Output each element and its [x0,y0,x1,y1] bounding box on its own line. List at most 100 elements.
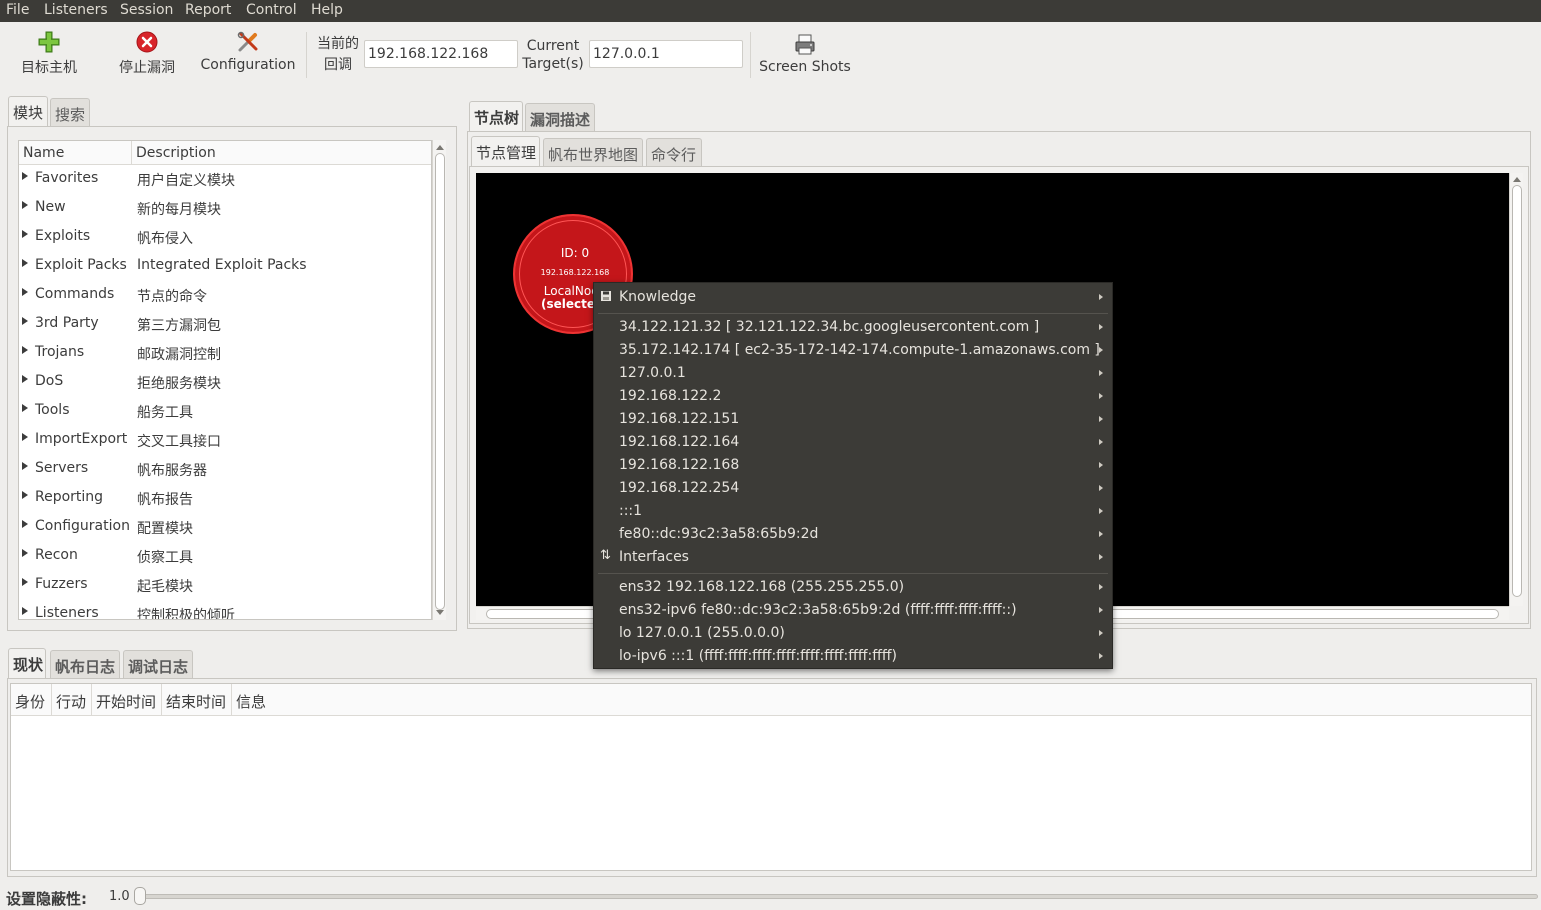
module-tree-row[interactable]: Fuzzers 起毛模块 [19,572,431,601]
column-header-info[interactable]: 信息 [232,684,1531,716]
column-header-description[interactable]: Description [132,141,431,165]
menu-report[interactable]: Report [185,2,231,18]
expand-arrow-icon[interactable] [22,404,28,412]
module-tree-row[interactable]: DoS 拒绝服务模块 [19,369,431,398]
menu-item-interface[interactable]: ens32 192.168.122.168 (255.255.255.0) [594,576,1112,599]
module-tree-row[interactable]: Tools 船务工具 [19,398,431,427]
module-tree-row[interactable]: Recon 侦察工具 [19,543,431,572]
module-tree-row[interactable]: Exploits 帆布侵入 [19,224,431,253]
module-name: DoS [35,373,64,389]
scroll-down-icon[interactable] [436,610,444,615]
expand-arrow-icon[interactable] [22,491,28,499]
canvas-vscrollbar[interactable] [1509,173,1523,606]
node-ip-label: 192.168.122.168 [540,268,610,277]
menu-item-host[interactable]: 192.168.122.164 [594,431,1112,454]
module-tree-scrollbar[interactable] [432,140,446,620]
column-header-end-time[interactable]: 结束时间 [162,684,232,716]
expand-arrow-icon[interactable] [22,201,28,209]
tab-node-tree[interactable]: 节点树 [469,101,523,131]
current-callback-label-line1: 当前的 [317,36,359,52]
module-tree-row[interactable]: Exploit Packs Integrated Exploit Packs [19,253,431,282]
menu-listeners[interactable]: Listeners [44,2,108,18]
expand-arrow-icon[interactable] [22,549,28,557]
scrollbar-thumb[interactable] [1512,185,1522,597]
tab-debug-log[interactable]: 调试日志 [123,650,193,678]
tab-command-line[interactable]: 命令行 [646,138,702,166]
screenshots-button[interactable]: Screen Shots [758,32,852,75]
column-header-action[interactable]: 行动 [52,684,92,716]
configuration-button[interactable]: Configuration [200,30,296,73]
scrollbar-thumb[interactable] [435,153,445,610]
module-tree-row[interactable]: 3rd Party 第三方漏洞包 [19,311,431,340]
expand-arrow-icon[interactable] [22,607,28,615]
menu-item-host[interactable]: 192.168.122.151 [594,408,1112,431]
menu-item-label: fe80::dc:93c2:3a58:65b9:2d [619,526,819,542]
module-tree: Name Description Favorites 用户自定义模块 New 新的每月… [18,140,432,620]
module-description: 配置模块 [137,521,193,537]
menu-item-host[interactable]: 35.172.142.174 [ ec2-35-172-142-174.comp… [594,339,1112,362]
menu-item-knowledge[interactable]: Knowledge [594,286,1112,309]
menu-item-host[interactable]: 192.168.122.2 [594,385,1112,408]
target-host-button[interactable]: 目标主机 [12,30,86,77]
menu-help[interactable]: Help [311,2,343,18]
menu-item-interface[interactable]: ens32-ipv6 fe80::dc:93c2:3a58:65b9:2d (f… [594,599,1112,622]
scroll-up-icon[interactable] [436,145,444,150]
tab-vuln-description[interactable]: 漏洞描述 [525,103,595,131]
current-target-input[interactable] [589,40,743,68]
module-tree-row[interactable]: Commands 节点的命令 [19,282,431,311]
expand-arrow-icon[interactable] [22,317,28,325]
menu-file[interactable]: File [6,2,29,18]
stealth-slider-handle[interactable] [134,887,146,905]
module-tree-row[interactable]: Favorites 用户自定义模块 [19,166,431,195]
module-name: Recon [35,547,78,563]
menu-item-label: 192.168.122.164 [619,434,740,450]
expand-arrow-icon[interactable] [22,259,28,267]
module-name: Favorites [35,170,99,186]
menu-control[interactable]: Control [246,2,297,18]
tab-node-management[interactable]: 节点管理 [471,136,540,166]
expand-arrow-icon[interactable] [22,172,28,180]
stop-exploit-button[interactable]: 停止漏洞 [110,30,184,77]
column-header-name[interactable]: Name [19,141,132,165]
module-tree-row[interactable]: Trojans 邮政漏洞控制 [19,340,431,369]
menu-item-label: 192.168.122.168 [619,457,740,473]
stealth-slider-track[interactable] [140,894,1538,899]
module-tree-row[interactable]: Listeners 控制积极的倾听 [19,601,431,619]
expand-arrow-icon[interactable] [22,230,28,238]
tab-modules[interactable]: 模块 [8,96,48,126]
column-header-start-time[interactable]: 开始时间 [92,684,162,716]
menu-item-host[interactable]: fe80::dc:93c2:3a58:65b9:2d [594,523,1112,546]
scroll-up-icon[interactable] [1513,177,1521,182]
column-header-identity[interactable]: 身份 [11,684,52,716]
menu-item-interface[interactable]: lo 127.0.0.1 (255.0.0.0) [594,622,1112,645]
current-callback-input[interactable] [364,40,518,68]
menu-item-host[interactable]: 127.0.0.1 [594,362,1112,385]
module-name: ImportExport [35,431,128,447]
menu-session[interactable]: Session [120,2,173,18]
module-tree-row[interactable]: Reporting 帆布报告 [19,485,431,514]
expand-arrow-icon[interactable] [22,578,28,586]
module-tree-row[interactable]: Configuration 配置模块 [19,514,431,543]
menu-item-interface[interactable]: lo-ipv6 :::1 (ffff:ffff:ffff:ffff:ffff:f… [594,645,1112,668]
submenu-arrow-icon [1099,462,1103,468]
module-name: Trojans [35,344,85,360]
menu-item-host[interactable]: :::1 [594,500,1112,523]
expand-arrow-icon[interactable] [22,346,28,354]
tab-search[interactable]: 搜索 [50,98,90,126]
expand-arrow-icon[interactable] [22,520,28,528]
menu-item-interfaces[interactable]: ⇅ Interfaces [594,546,1112,569]
module-name: Exploit Packs [35,257,127,273]
menu-item-host[interactable]: 34.122.121.32 [ 32.121.122.34.bc.googleu… [594,316,1112,339]
module-tree-row[interactable]: ImportExport 交叉工具接口 [19,427,431,456]
tab-world-map[interactable]: 帆布世界地图 [543,138,643,166]
tab-canvas-log[interactable]: 帆布日志 [50,650,120,678]
menu-item-host[interactable]: 192.168.122.254 [594,477,1112,500]
menu-item-host[interactable]: 192.168.122.168 [594,454,1112,477]
module-tree-row[interactable]: Servers 帆布服务器 [19,456,431,485]
expand-arrow-icon[interactable] [22,375,28,383]
expand-arrow-icon[interactable] [22,288,28,296]
expand-arrow-icon[interactable] [22,462,28,470]
tab-status[interactable]: 现状 [8,648,46,678]
module-tree-row[interactable]: New 新的每月模块 [19,195,431,224]
expand-arrow-icon[interactable] [22,433,28,441]
